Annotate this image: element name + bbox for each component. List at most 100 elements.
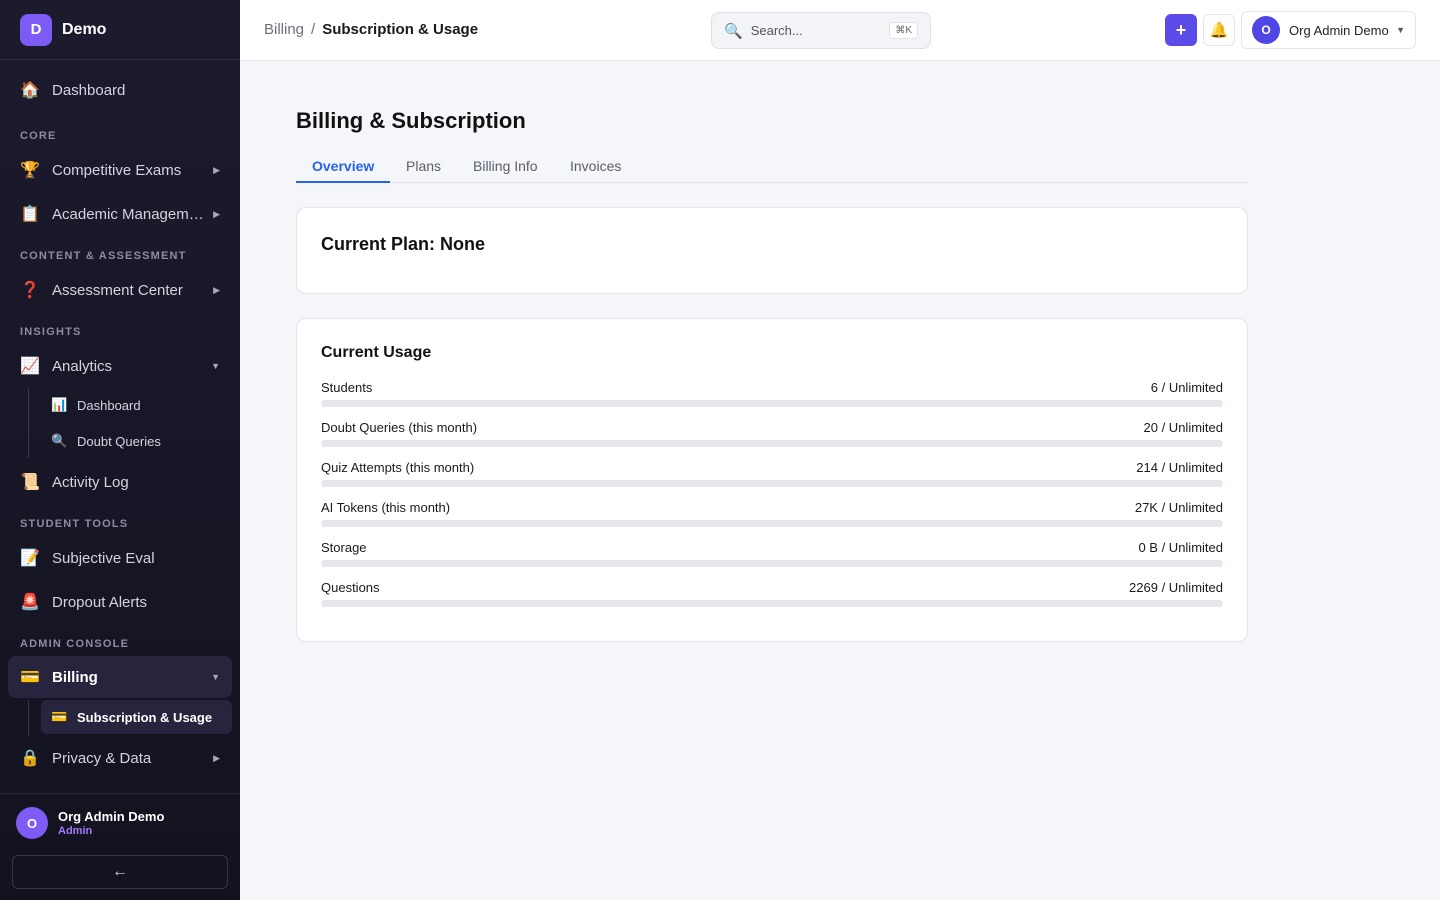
tab-bar: Overview Plans Billing Info Invoices xyxy=(296,150,1248,183)
home-icon: 🏠 xyxy=(20,82,40,99)
tab-overview[interactable]: Overview xyxy=(296,150,391,183)
search-input[interactable]: 🔍 Search... ⌘K xyxy=(711,12,931,49)
tab-plans[interactable]: Plans xyxy=(390,150,457,183)
brand-logo: D xyxy=(20,13,52,46)
usage-label: AI Tokens (this month) xyxy=(321,500,451,515)
sidebar-item-label: Dashboard xyxy=(52,81,126,99)
topbar: Billing / Subscription & Usage 🔍 Search.… xyxy=(240,0,1440,61)
sidebar-item-label: Assessment Center xyxy=(52,281,183,299)
usage-progress-bar xyxy=(321,440,1223,447)
user-menu-name: Org Admin Demo xyxy=(1289,22,1389,38)
chevron-right-icon: ▶ xyxy=(213,752,220,763)
usage-progress-bar xyxy=(321,480,1223,487)
usage-row: Students 6 / Unlimited xyxy=(321,380,1223,412)
sidebar: D Demo 🏠 Dashboard CORE 🏆 Competitive Ex… xyxy=(0,0,240,900)
tab-invoices[interactable]: Invoices xyxy=(554,150,637,183)
usage-label: Storage xyxy=(321,540,367,555)
usage-value: 2269 / Unlimited xyxy=(1129,580,1223,595)
section-title-core: CORE xyxy=(20,130,57,142)
usage-value: 0 B / Unlimited xyxy=(1138,540,1223,555)
sidebar-item-privacy-data[interactable]: 🔒 Privacy & Data ▶ xyxy=(8,738,232,778)
avatar: O xyxy=(16,807,48,839)
sidebar-subitem-label: Subscription & Usage xyxy=(77,709,213,725)
sidebar-user[interactable]: O Org Admin Demo Admin xyxy=(16,807,164,839)
sidebar-item-label: Competitive Exams xyxy=(52,161,182,179)
usage-value: 6 / Unlimited xyxy=(1150,380,1223,395)
sidebar-user-name: Org Admin Demo xyxy=(58,809,165,824)
breadcrumb: Billing / Subscription & Usage xyxy=(264,21,478,38)
sidebar-item-activity-log[interactable]: 📜 Activity Log xyxy=(8,462,232,502)
sidebar-item-label: Academic Management xyxy=(52,205,208,223)
siren-icon: 🚨 xyxy=(20,594,40,611)
avatar: O xyxy=(1252,16,1280,44)
sidebar-item-dashboard[interactable]: 🏠 Dashboard xyxy=(8,70,232,110)
sidebar-subitem-doubt-queries[interactable]: 🔍 Doubt Queries xyxy=(41,424,232,458)
search-placeholder: Search... xyxy=(750,23,803,38)
sidebar-user-role: Admin xyxy=(58,825,93,837)
sidebar-item-label: Subjective Eval xyxy=(52,549,155,567)
arrow-left-icon: ← xyxy=(112,863,128,880)
breadcrumb-separator: / xyxy=(311,21,316,38)
notifications-button[interactable]: 🔔 xyxy=(1203,14,1235,46)
clipboard-icon: 📋 xyxy=(20,206,40,223)
sidebar-footer: O Org Admin Demo Admin ← xyxy=(0,793,240,900)
sidebar-item-dropout-alerts[interactable]: 🚨 Dropout Alerts xyxy=(8,582,232,622)
usage-title: Current Usage xyxy=(321,344,432,361)
section-title-student-tools: STUDENT TOOLS xyxy=(20,518,129,530)
usage-progress-bar xyxy=(321,520,1223,527)
sidebar-subitem-label: Doubt Queries xyxy=(77,433,161,449)
tab-billing-info[interactable]: Billing Info xyxy=(457,150,554,183)
page-title: Billing & Subscription xyxy=(296,108,526,133)
brand-name: Demo xyxy=(62,20,107,38)
usage-value: 20 / Unlimited xyxy=(1143,420,1223,435)
sidebar-item-label: Privacy & Data xyxy=(52,749,152,767)
memo-icon: 📝 xyxy=(20,550,40,567)
collapse-sidebar-button[interactable]: ← xyxy=(12,855,228,889)
section-title-admin-console: ADMIN CONSOLE xyxy=(20,638,130,650)
usage-progress-bar xyxy=(321,400,1223,407)
chevron-right-icon: ▶ xyxy=(213,284,220,295)
usage-value: 214 / Unlimited xyxy=(1136,460,1223,475)
usage-label: Students xyxy=(321,380,373,395)
sidebar-item-analytics[interactable]: 📈 Analytics ▼ xyxy=(8,346,232,386)
current-plan-title: Current Plan: None xyxy=(321,234,486,254)
sidebar-subitem-analytics-dashboard[interactable]: 📊 Dashboard xyxy=(41,388,232,422)
brand[interactable]: D Demo xyxy=(0,0,240,60)
credit-card-icon: 💳 xyxy=(20,669,40,686)
credit-card-icon: 💳 xyxy=(51,709,68,724)
bar-chart-icon: 📊 xyxy=(51,397,68,412)
scroll-icon: 📜 xyxy=(20,474,40,491)
sidebar-item-assessment-center[interactable]: ❓ Assessment Center ▶ xyxy=(8,270,232,310)
sidebar-item-label: Dropout Alerts xyxy=(52,593,148,611)
breadcrumb-parent[interactable]: Billing xyxy=(264,21,304,38)
trophy-icon: 🏆 xyxy=(20,162,40,179)
usage-row: Quiz Attempts (this month) 214 / Unlimite… xyxy=(321,460,1223,492)
caret-down-icon: ▼ xyxy=(1396,25,1405,35)
user-menu-button[interactable]: O Org Admin Demo ▼ xyxy=(1241,11,1416,49)
submenu-guide-line xyxy=(28,388,29,458)
current-plan-card: Current Plan: None xyxy=(296,207,1248,294)
sidebar-item-label: Activity Log xyxy=(52,473,129,491)
search-shortcut: ⌘K xyxy=(889,22,918,39)
sidebar-item-label: Billing xyxy=(52,668,98,686)
chart-icon: 📈 xyxy=(20,358,40,375)
bell-icon: 🔔 xyxy=(1209,22,1229,39)
usage-row: Storage 0 B / Unlimited xyxy=(321,540,1223,572)
section-title-content: CONTENT & ASSESSMENT xyxy=(20,250,187,262)
usage-progress-bar xyxy=(321,600,1223,607)
sidebar-item-subjective-eval[interactable]: 📝 Subjective Eval xyxy=(8,538,232,578)
sidebar-item-academic-management[interactable]: 📋 Academic Management ▶ xyxy=(8,194,232,234)
add-button[interactable]: + xyxy=(1165,14,1197,46)
breadcrumb-current: Subscription & Usage xyxy=(322,21,479,38)
usage-value: 27K / Unlimited xyxy=(1134,500,1223,515)
magnifier-icon: 🔍 xyxy=(51,433,68,448)
sidebar-subitem-subscription-usage[interactable]: 💳 Subscription & Usage xyxy=(41,700,232,734)
sidebar-item-competitive-exams[interactable]: 🏆 Competitive Exams ▶ xyxy=(8,150,232,190)
usage-row: Questions 2269 / Unlimited xyxy=(321,580,1223,612)
usage-label: Doubt Queries (this month) xyxy=(321,420,478,435)
sidebar-item-billing[interactable]: 💳 Billing ▼ xyxy=(8,656,232,698)
usage-progress-bar xyxy=(321,560,1223,567)
chevron-right-icon: ▶ xyxy=(213,208,220,219)
submenu-guide-line xyxy=(28,700,29,736)
chevron-right-icon: ▶ xyxy=(213,164,220,175)
